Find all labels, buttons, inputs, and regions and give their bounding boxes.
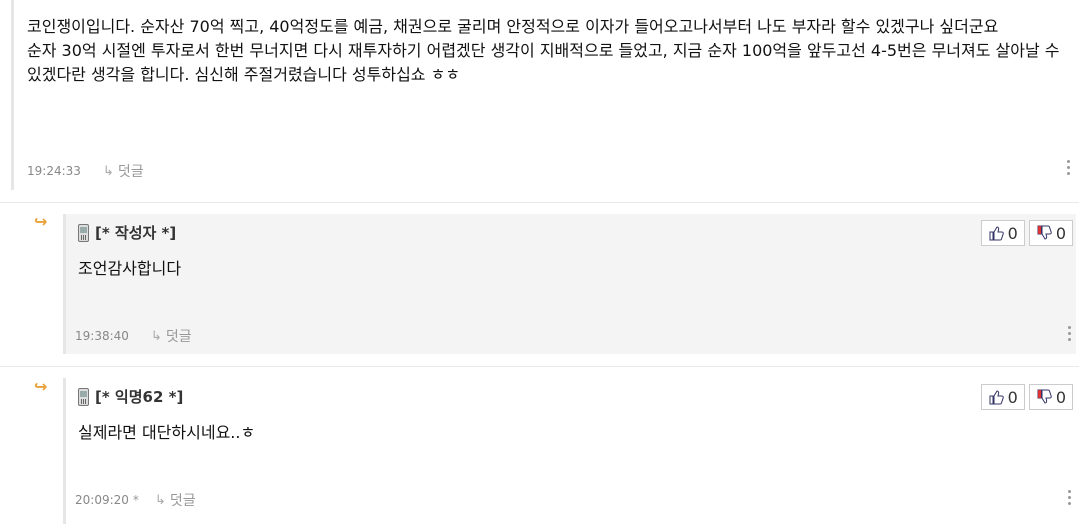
reply-meta: 20:09:20 * ↳ 덧글 bbox=[75, 490, 196, 510]
comment-meta: 19:24:33 ↳ 덧글 bbox=[27, 161, 144, 181]
dislike-button[interactable]: 0 bbox=[1028, 220, 1073, 246]
comment-line: 코인쟁이입니다. 순자산 70억 찍고, 40억정도를 예금, 채권으로 굴리며… bbox=[27, 17, 999, 36]
reply-link[interactable]: ↳ 덧글 bbox=[103, 161, 144, 181]
reply-box: [* 익명62 *] 0 0 실제라면 대단하시네요..ㅎ 20:09:20 *… bbox=[63, 378, 1076, 524]
mobile-phone-icon bbox=[78, 387, 89, 406]
comment-time: 19:24:33 bbox=[27, 164, 81, 178]
like-button[interactable]: 0 bbox=[980, 384, 1025, 410]
reply-author: [* 작성자 *] bbox=[78, 222, 176, 243]
like-count: 0 bbox=[1007, 387, 1018, 407]
reply-text: 실제라면 대단하시네요..ㅎ bbox=[78, 423, 256, 442]
dislike-count: 0 bbox=[1055, 223, 1066, 243]
reply-arrow-icon: ↳ bbox=[102, 163, 114, 179]
comment-line: 순자 30억 시절엔 투자로서 한번 무너지면 다시 재투자하기 어렵겠단 생각… bbox=[27, 41, 1060, 84]
thumbs-up-icon bbox=[989, 390, 1004, 405]
reply-time: 19:38:40 bbox=[75, 329, 129, 343]
comment-body: 코인쟁이입니다. 순자산 70억 찍고, 40억정도를 예금, 채권으로 굴리며… bbox=[27, 15, 1072, 87]
kebab-menu-icon[interactable] bbox=[1067, 326, 1071, 341]
reply-link[interactable]: ↳ 덧글 bbox=[151, 326, 192, 346]
reply-box: [* 작성자 *] 0 0 조언감사합니다 19:38:40 ↳ 덧글 bbox=[63, 214, 1076, 354]
reply-link[interactable]: ↳ 덧글 bbox=[155, 490, 196, 510]
thumbs-down-icon bbox=[1037, 225, 1052, 240]
vote-buttons: 0 0 bbox=[980, 384, 1073, 410]
author-name[interactable]: [* 작성자 *] bbox=[95, 222, 176, 243]
reply-time-suffix: * bbox=[132, 493, 139, 507]
vote-buttons: 0 0 bbox=[980, 220, 1073, 246]
kebab-menu-icon[interactable] bbox=[1067, 490, 1071, 505]
reply-arrow-icon: ↳ bbox=[150, 328, 162, 344]
reply-link-label: 덧글 bbox=[165, 329, 192, 345]
dislike-count: 0 bbox=[1055, 387, 1066, 407]
reply-link-label: 덧글 bbox=[169, 493, 196, 509]
comment: 코인쟁이입니다. 순자산 70억 찍고, 40억정도를 예금, 채권으로 굴리며… bbox=[0, 0, 1079, 190]
like-button[interactable]: 0 bbox=[980, 220, 1025, 246]
reply-link-label: 덧글 bbox=[117, 164, 144, 180]
mobile-phone-icon bbox=[78, 223, 89, 242]
dislike-button[interactable]: 0 bbox=[1028, 384, 1073, 410]
reply-meta: 19:38:40 ↳ 덧글 bbox=[75, 326, 192, 346]
like-count: 0 bbox=[1007, 223, 1018, 243]
reply-text: 조언감사합니다 bbox=[78, 259, 182, 278]
thumbs-down-icon bbox=[1037, 389, 1052, 404]
reply-arrow-icon: ↪ bbox=[34, 377, 48, 396]
comment-thread-line bbox=[11, 0, 14, 190]
reply-arrow-icon: ↳ bbox=[154, 492, 166, 508]
author-name[interactable]: [* 익명62 *] bbox=[95, 386, 183, 407]
kebab-menu-icon[interactable] bbox=[1066, 160, 1070, 175]
reply-time: 20:09:20 bbox=[75, 493, 129, 507]
reply-author: [* 익명62 *] bbox=[78, 386, 183, 407]
reply-item: ↪ [* 익명62 *] 0 0 실제라면 대단하시네요..ㅎ 20:09:20… bbox=[0, 367, 1079, 524]
reply-arrow-icon: ↪ bbox=[34, 212, 48, 231]
thumbs-up-icon bbox=[989, 226, 1004, 241]
reply-item: ↪ [* 작성자 *] 0 0 조언감사합니다 19:38:40 ↳ 덧글 bbox=[0, 203, 1079, 360]
